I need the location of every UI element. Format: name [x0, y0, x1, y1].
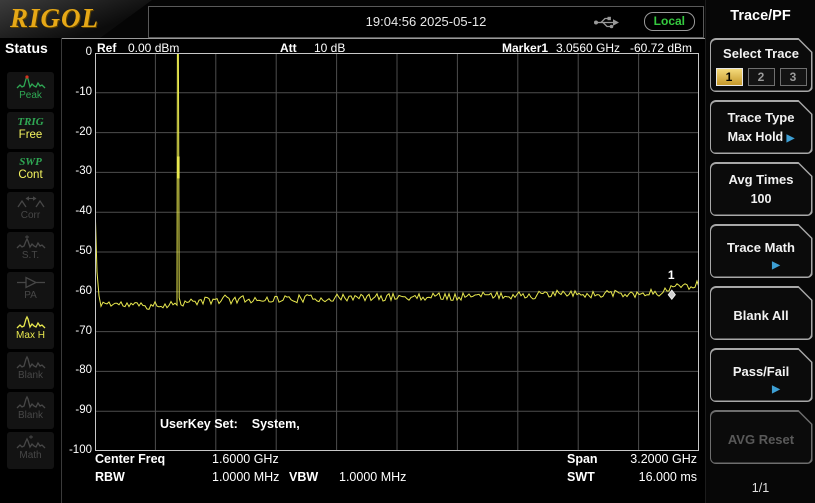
top-bar: RIGOL 19:04:56 2025-05-12 Local [0, 0, 705, 38]
softkey-face: Trace TypeMax Hold ▶ [711, 102, 811, 153]
logo-plate: RIGOL [0, 0, 152, 38]
status-item-label: Cont [7, 169, 54, 181]
status-item-label: Max H [7, 330, 54, 341]
softkey-pass-fail[interactable]: Pass/Fail▶ [710, 348, 813, 402]
y-axis-tick-label: -90 [62, 404, 92, 416]
trace-selector: 123 [711, 68, 811, 86]
softkey-face: Select Trace123 [711, 40, 811, 91]
time-panel: 19:04:56 2025-05-12 Local [148, 6, 704, 38]
st-waveform-icon [16, 235, 46, 250]
y-axis-tick-label: -60 [62, 285, 92, 297]
status-item-peak: Peak [7, 72, 54, 109]
status-item-label: S.T. [7, 250, 54, 261]
menu-page-indicator: 1/1 [706, 481, 815, 495]
submenu-arrow-icon: ▶ [772, 384, 780, 395]
status-item-label: Corr [7, 210, 54, 221]
status-item-label: PA [7, 290, 54, 301]
status-item-label: Math [7, 450, 54, 461]
status-item-sweep-time: S.T. [7, 232, 54, 269]
softkey-menu-panel: Trace/PF Select Trace123 Trace TypeMax Ho… [705, 0, 815, 503]
graticule-trace-plot [95, 53, 699, 451]
status-icon-text: TRIG [7, 116, 54, 128]
submenu-arrow-icon: ▶ [772, 260, 780, 271]
menu-title: Trace/PF [706, 8, 815, 24]
preamp-icon [16, 275, 46, 290]
softkey-face: Trace Math▶ [711, 226, 811, 277]
rigol-logo: RIGOL [10, 3, 99, 34]
trace-chip-1[interactable]: 1 [716, 68, 743, 86]
menu-buttons: Select Trace123 Trace TypeMax Hold ▶ Avg T… [706, 38, 815, 464]
peak-waveform-icon [16, 75, 46, 90]
status-item-label: Free [7, 129, 54, 141]
span-value: 3.2000 GHz [630, 452, 697, 466]
usb-icon [593, 15, 621, 30]
y-axis-tick-label: -80 [62, 364, 92, 376]
y-axis-tick-label: 0 [62, 46, 92, 58]
corr-icon [16, 195, 46, 210]
center-freq-value: 1.6000 GHz [212, 452, 279, 466]
spectrum-analyzer-screen: RIGOL 19:04:56 2025-05-12 Local Status P… [0, 0, 815, 503]
softkey-trace-math[interactable]: Trace Math▶ [710, 224, 813, 278]
span-label: Span [567, 452, 598, 466]
y-axis-tick-label: -10 [62, 86, 92, 98]
swt-value: 16.000 ms [639, 470, 697, 484]
softkey-face: Avg Times100 [711, 164, 811, 215]
marker-number-label: 1 [668, 268, 675, 282]
y-axis-tick-label: -40 [62, 205, 92, 217]
local-mode-badge: Local [644, 12, 695, 31]
softkey-face: Blank All [711, 288, 811, 339]
rbw-label: RBW [95, 470, 125, 484]
vbw-label: VBW [289, 470, 318, 484]
status-sidebar: Status PeakTRIGFreeSWPContCorrS.T.PAMax … [0, 38, 62, 503]
status-item-label: Blank [7, 410, 54, 421]
softkey-avg-times[interactable]: Avg Times100 [710, 162, 813, 216]
swt-label: SWT [567, 470, 595, 484]
maxhold-waveform-icon [16, 315, 46, 330]
center-freq-label: Center Freq [95, 452, 165, 466]
y-axis-tick-label: -70 [62, 325, 92, 337]
math-waveform-icon [16, 435, 46, 450]
status-item-trace3-blank: Blank [7, 392, 54, 429]
status-item-trigger: TRIGFree [7, 112, 54, 149]
softkey-select-trace[interactable]: Select Trace123 [710, 38, 813, 92]
status-item-correction: Corr [7, 192, 54, 229]
status-title: Status [5, 40, 48, 56]
y-axis-tick-label: -100 [62, 444, 92, 456]
status-item-trace-math: Math [7, 432, 54, 469]
status-item-sweep: SWPCont [7, 152, 54, 189]
status-icon-text: SWP [7, 156, 54, 168]
userkey-message: UserKey Set: System, [160, 417, 300, 431]
y-axis-tick-label: -50 [62, 245, 92, 257]
vbw-value: 1.0000 MHz [339, 470, 406, 484]
rbw-value: 1.0000 MHz [212, 470, 279, 484]
status-item-label: Blank [7, 370, 54, 381]
softkey-trace-type[interactable]: Trace TypeMax Hold ▶ [710, 100, 813, 154]
softkey-blank-all[interactable]: Blank All [710, 286, 813, 340]
y-axis-tick-label: -30 [62, 165, 92, 177]
status-item-label: Peak [7, 90, 54, 101]
softkey-face: AVG Reset [711, 412, 811, 463]
submenu-arrow-icon: ▶ [787, 133, 795, 144]
status-item-preamp: PA [7, 272, 54, 309]
softkey-face: Pass/Fail▶ [711, 350, 811, 401]
spectrum-display: Ref 0.00 dBm Att 10 dB Marker1 3.0560 GH… [62, 38, 705, 503]
trace-chip-2[interactable]: 2 [748, 68, 775, 86]
status-item-max-hold: Max H [7, 312, 54, 349]
softkey-avg-reset: AVG Reset [710, 410, 813, 464]
trace-chip-3[interactable]: 3 [780, 68, 807, 86]
waveform-icon [16, 395, 46, 410]
waveform-icon [16, 355, 46, 370]
status-item-trace2-blank: Blank [7, 352, 54, 389]
y-axis-tick-label: -20 [62, 126, 92, 138]
